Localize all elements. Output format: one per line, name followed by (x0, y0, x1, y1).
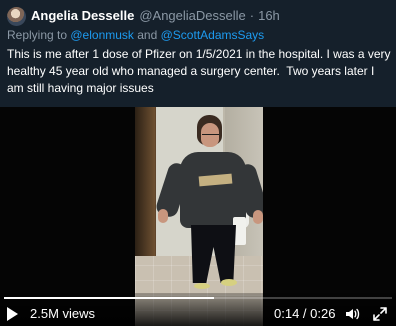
video-right-shoe (221, 279, 237, 286)
video-person-left-hand (158, 209, 168, 223)
reply-mention-scottadamssays[interactable]: @ScottAdamsSays (161, 28, 265, 42)
meta-separator: · (249, 8, 255, 23)
tweet-card: Angelia Desselle @AngeliaDesselle · 16h … (0, 0, 396, 326)
video-progress-fill (4, 297, 214, 299)
video-left-shoe (194, 283, 210, 289)
video-view-count: 2.5M views (30, 306, 96, 321)
author-name[interactable]: Angelia Desselle (31, 8, 134, 24)
video-time-readout: 0:14 / 0:26 (274, 306, 336, 321)
play-icon[interactable] (7, 307, 18, 321)
tweet-header: Angelia Desselle @AngeliaDesselle · 16h (7, 6, 396, 26)
avatar[interactable] (7, 6, 26, 26)
video-person-glasses (202, 134, 219, 139)
reply-conjunction: and (133, 28, 161, 42)
reply-prefix: Replying to (7, 28, 71, 42)
tweet-time[interactable]: 16h (258, 8, 280, 24)
reply-mention-elonmusk[interactable]: @elonmusk (70, 28, 134, 42)
volume-icon[interactable] (344, 306, 360, 322)
video-progress-track[interactable] (4, 297, 392, 299)
video-person-right-hand (253, 210, 263, 224)
reply-line: Replying to @elonmusk and @ScottAdamsSay… (7, 28, 264, 43)
video-player[interactable]: 2.5M views 0:14 / 0:26 (0, 107, 396, 326)
video-controls: 2.5M views 0:14 / 0:26 (0, 293, 396, 326)
author-handle[interactable]: @AngeliaDesselle (139, 8, 245, 24)
video-person (154, 109, 263, 299)
fullscreen-icon[interactable] (372, 306, 388, 322)
video-person-pants (191, 225, 236, 283)
tweet-text: This is me after 1 dose of Pfizer on 1/5… (7, 47, 394, 95)
